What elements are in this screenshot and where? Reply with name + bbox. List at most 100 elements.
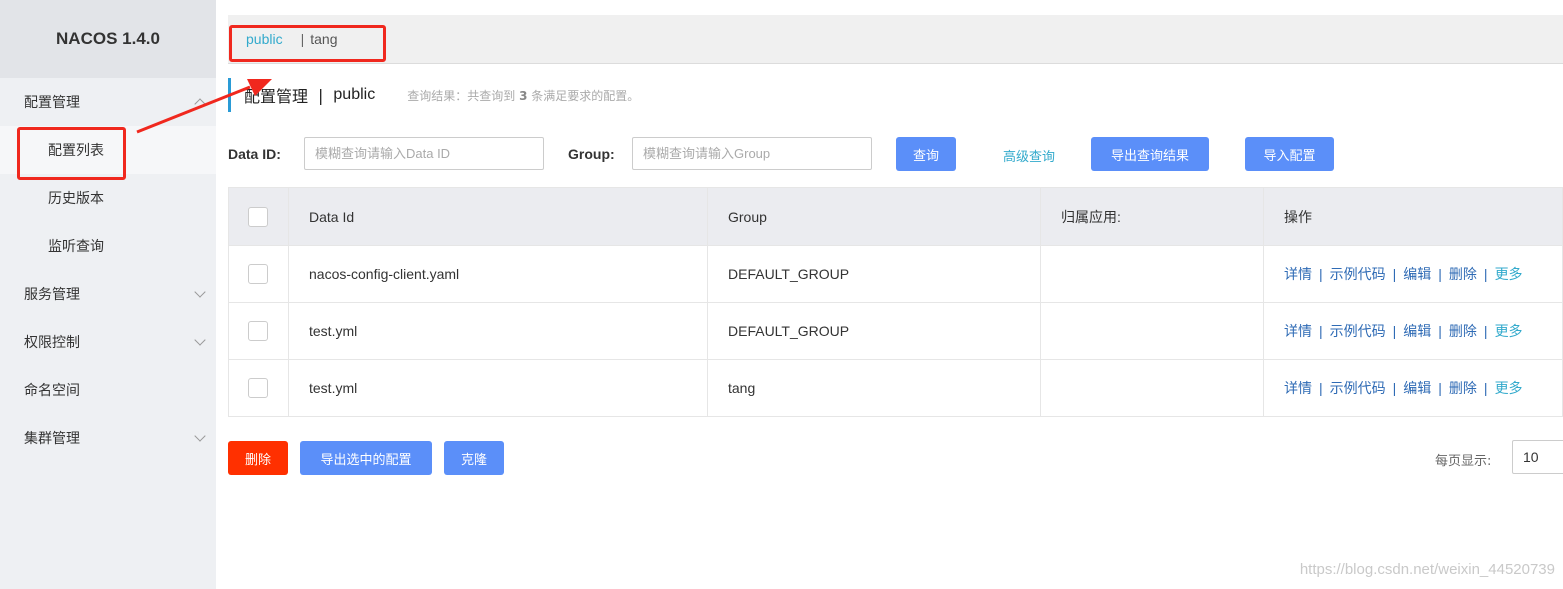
- sidebar-item-label: 配置管理: [24, 95, 80, 111]
- result-summary: 查询结果：共查询到 3 条满足要求的配置。: [407, 87, 639, 104]
- page-title: 配置管理: [244, 89, 309, 106]
- action-edit-link[interactable]: 编辑: [1403, 324, 1431, 340]
- row-select-cell: [228, 359, 289, 417]
- action-more-link[interactable]: 更多: [1495, 381, 1523, 397]
- sidebar-item-label: 权限控制: [24, 335, 80, 351]
- action-separator: |: [1483, 266, 1488, 282]
- result-prefix: 查询结果：共查询到: [407, 88, 516, 103]
- action-more-link[interactable]: 更多: [1495, 324, 1523, 340]
- result-suffix: 条满足要求的配置。: [531, 88, 640, 103]
- result-count: 3: [519, 88, 528, 103]
- delete-selected-button[interactable]: 删除: [228, 441, 288, 475]
- action-more-link[interactable]: 更多: [1495, 267, 1523, 283]
- row-select-cell: [228, 302, 289, 360]
- action-edit-link[interactable]: 编辑: [1403, 267, 1431, 283]
- cell-app: [1040, 302, 1264, 360]
- sidebar-item-label: 历史版本: [48, 191, 104, 207]
- action-separator: |: [1392, 266, 1397, 282]
- namespace-bar: public | tang: [228, 15, 1563, 64]
- action-sample-code-link[interactable]: 示例代码: [1330, 267, 1386, 283]
- page-size-select[interactable]: 10: [1512, 440, 1563, 474]
- sidebar-item-config-list[interactable]: 配置列表: [0, 126, 216, 174]
- action-separator: |: [1319, 323, 1323, 339]
- action-separator: |: [1438, 380, 1442, 396]
- sidebar-item-config-management[interactable]: 配置管理: [0, 78, 216, 126]
- row-checkbox[interactable]: [248, 378, 268, 398]
- namespace-tab-public[interactable]: public: [246, 31, 283, 47]
- title-accent-bar: [228, 78, 231, 112]
- title-separator: |: [318, 85, 324, 105]
- chevron-up-icon: [194, 98, 206, 110]
- action-detail-link[interactable]: 详情: [1284, 381, 1312, 397]
- action-edit-link[interactable]: 编辑: [1403, 381, 1431, 397]
- sidebar-item-history-version[interactable]: 历史版本: [0, 174, 216, 222]
- chevron-down-icon: [194, 334, 206, 346]
- cell-actions: 详情 | 示例代码 | 编辑 | 删除 | 更多: [1263, 359, 1563, 417]
- action-separator: |: [1319, 380, 1323, 396]
- query-button[interactable]: 查询: [896, 137, 956, 171]
- action-separator: |: [1438, 323, 1442, 339]
- action-detail-link[interactable]: 详情: [1284, 267, 1312, 283]
- action-separator: |: [1392, 323, 1397, 339]
- cell-actions: 详情 | 示例代码 | 编辑 | 删除 | 更多: [1263, 245, 1563, 303]
- config-table: Data Id Group 归属应用: 操作 nacos-config-clie…: [228, 187, 1563, 417]
- cell-data-id: test.yml: [288, 359, 708, 417]
- cell-group: DEFAULT_GROUP: [707, 302, 1041, 360]
- sidebar: NACOS 1.4.0 配置管理 配置列表 历史版本 监听查询 服务管理 权限控…: [0, 0, 216, 589]
- select-all-checkbox[interactable]: [248, 206, 268, 227]
- column-header-actions: 操作: [1263, 187, 1563, 246]
- cell-group: tang: [707, 359, 1041, 417]
- action-delete-link[interactable]: 删除: [1449, 381, 1477, 397]
- cell-group: DEFAULT_GROUP: [707, 245, 1041, 303]
- advanced-query-link[interactable]: 高级查询: [1003, 146, 1055, 165]
- action-delete-link[interactable]: 删除: [1449, 324, 1477, 340]
- page-header: 配置管理 | public 查询结果：共查询到 3 条满足要求的配置。: [228, 78, 639, 112]
- table-header-row: Data Id Group 归属应用: 操作: [228, 187, 1563, 246]
- action-separator: |: [1438, 266, 1442, 282]
- chevron-down-icon: [194, 430, 206, 442]
- row-checkbox[interactable]: [248, 321, 268, 341]
- action-delete-link[interactable]: 删除: [1449, 267, 1477, 283]
- namespace-tab-tang[interactable]: tang: [310, 31, 337, 47]
- data-id-input[interactable]: [304, 137, 544, 170]
- action-separator: |: [1483, 323, 1488, 339]
- sidebar-item-namespace[interactable]: 命名空间: [0, 366, 216, 414]
- export-selected-button[interactable]: 导出选中的配置: [300, 441, 432, 475]
- page-size-label: 每页显示:: [1435, 454, 1492, 469]
- action-sample-code-link[interactable]: 示例代码: [1330, 324, 1386, 340]
- row-checkbox[interactable]: [248, 264, 268, 284]
- table-row: test.yml DEFAULT_GROUP 详情 | 示例代码 | 编辑 | 删除 | 更多: [228, 302, 1563, 360]
- sidebar-item-label: 监听查询: [48, 239, 104, 255]
- sidebar-item-service-management[interactable]: 服务管理: [0, 270, 216, 318]
- sidebar-item-access-control[interactable]: 权限控制: [0, 318, 216, 366]
- chevron-down-icon: [194, 286, 206, 298]
- import-config-button[interactable]: 导入配置: [1245, 137, 1334, 171]
- column-header-group: Group: [707, 187, 1041, 246]
- sidebar-item-listener-query[interactable]: 监听查询: [0, 222, 216, 270]
- sidebar-item-label: 配置列表: [48, 143, 104, 159]
- page-size-value: 10: [1523, 449, 1539, 465]
- sidebar-item-label: 集群管理: [24, 431, 80, 447]
- group-input[interactable]: [632, 137, 872, 170]
- group-label: Group:: [568, 146, 615, 162]
- action-separator: |: [1392, 380, 1397, 396]
- cell-app: [1040, 359, 1264, 417]
- export-results-button[interactable]: 导出查询结果: [1091, 137, 1209, 171]
- sidebar-item-cluster-management[interactable]: 集群管理: [0, 414, 216, 462]
- clone-button[interactable]: 克隆: [444, 441, 504, 475]
- cell-data-id: test.yml: [288, 302, 708, 360]
- column-header-data-id: Data Id: [288, 187, 708, 246]
- data-id-label: Data ID:: [228, 146, 281, 162]
- cell-app: [1040, 245, 1264, 303]
- action-separator: |: [1483, 380, 1488, 396]
- page-namespace: public: [333, 86, 376, 103]
- cell-actions: 详情 | 示例代码 | 编辑 | 删除 | 更多: [1263, 302, 1563, 360]
- action-detail-link[interactable]: 详情: [1284, 324, 1312, 340]
- action-separator: |: [1319, 266, 1323, 282]
- table-row: nacos-config-client.yaml DEFAULT_GROUP 详…: [228, 245, 1563, 303]
- sidebar-item-label: 命名空间: [24, 383, 80, 399]
- table-row: test.yml tang 详情 | 示例代码 | 编辑 | 删除 | 更多: [228, 359, 1563, 417]
- action-sample-code-link[interactable]: 示例代码: [1330, 381, 1386, 397]
- cell-data-id: nacos-config-client.yaml: [288, 245, 708, 303]
- select-all-cell: [228, 187, 289, 246]
